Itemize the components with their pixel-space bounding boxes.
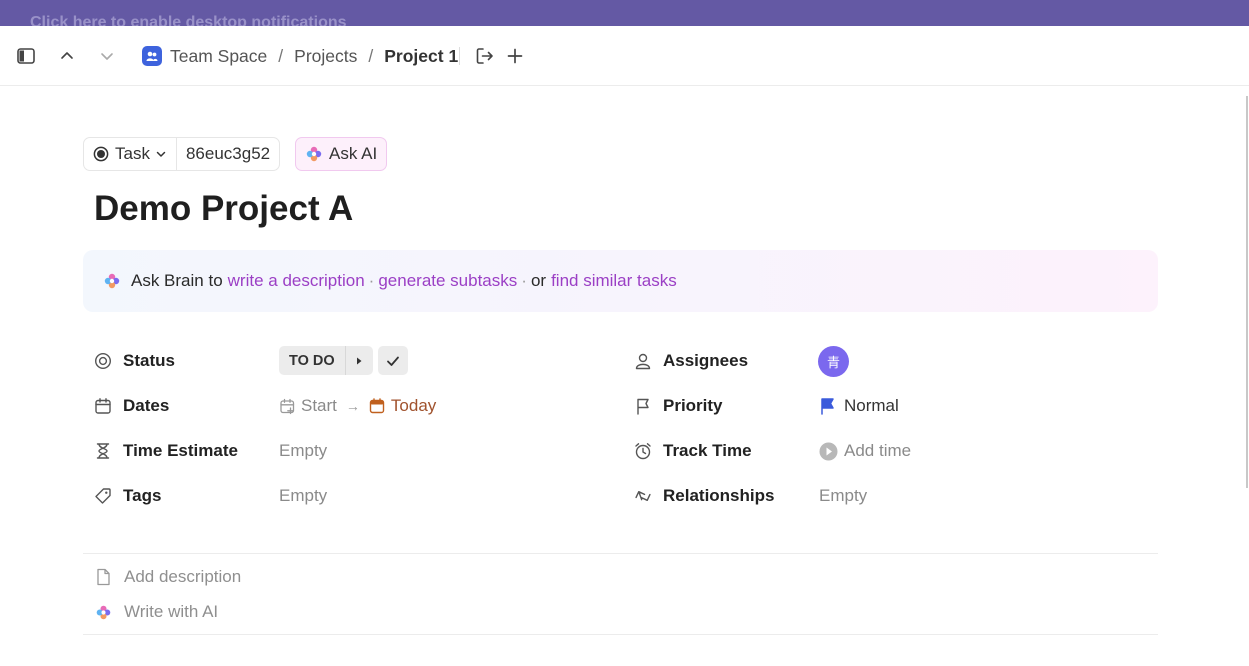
tags-label: Tags <box>123 486 162 505</box>
track-time-label: Track Time <box>663 441 752 460</box>
flag-outline-icon <box>633 396 653 416</box>
breadcrumb-separator: / <box>278 45 284 66</box>
ask-brain-box: Ask Brain to write a description · gener… <box>83 250 1158 312</box>
status-value: TO DO <box>279 346 408 375</box>
plus-icon[interactable] <box>503 44 527 68</box>
task-window: Team Space / Projects / Project 1 Task 8… <box>0 26 1249 666</box>
task-type-icon <box>93 146 109 162</box>
task-type-label: Task <box>115 144 150 163</box>
relationships-icon <box>633 486 653 506</box>
add-description-text: Add description <box>124 567 242 586</box>
generate-subtasks-link[interactable]: generate subtasks <box>378 271 517 291</box>
priority-label: Priority <box>663 396 723 415</box>
scrollbar[interactable] <box>1246 96 1248 488</box>
find-similar-tasks-link[interactable]: find similar tasks <box>551 271 677 291</box>
document-icon <box>93 567 113 587</box>
chevron-down-icon[interactable] <box>95 44 119 68</box>
toolbar: Team Space / Projects / Project 1 <box>0 26 1249 86</box>
sidebar-toggle-icon[interactable] <box>14 44 38 68</box>
ai-sparkle-icon <box>93 602 113 622</box>
due-date-text: Today <box>390 396 437 415</box>
status-pill[interactable]: TO DO <box>279 346 373 375</box>
team-space-icon <box>142 46 162 66</box>
dates-value: Start → Today <box>279 396 436 416</box>
calendar-add-icon <box>279 398 296 415</box>
breadcrumb: Team Space / Projects / Project 1 <box>142 44 458 68</box>
ask-ai-label: Ask AI <box>329 144 378 163</box>
relationships-label: Relationships <box>663 486 775 505</box>
tag-icon <box>93 486 113 506</box>
avatar[interactable]: 青 <box>818 346 849 377</box>
task-type-dropdown[interactable]: Task <box>84 138 176 170</box>
status-label: Status <box>123 351 175 370</box>
track-time-value[interactable]: Add time <box>819 441 911 461</box>
banner-text: Click here to enable desktop notificatio… <box>30 14 347 26</box>
task-title[interactable]: Demo Project A <box>94 189 353 229</box>
ask-brain-or: or <box>530 271 547 290</box>
chevron-down-icon <box>155 148 167 160</box>
notification-banner[interactable]: Click here to enable desktop notificatio… <box>0 0 1249 26</box>
complete-check-icon[interactable] <box>377 346 408 375</box>
ask-brain-prefix: Ask Brain to <box>131 271 223 290</box>
add-time-text: Add time <box>844 441 912 460</box>
alarm-clock-icon <box>633 441 653 461</box>
priority-text: Normal <box>844 396 899 415</box>
calendar-icon <box>93 396 113 416</box>
breadcrumb-separator: / <box>368 45 374 66</box>
time-estimate-label: Time Estimate <box>123 441 238 460</box>
due-date-button[interactable]: Today <box>369 396 436 416</box>
calendar-due-icon <box>369 398 385 414</box>
relationships-value[interactable]: Empty <box>819 486 867 506</box>
move-icon[interactable] <box>473 44 497 68</box>
tags-value[interactable]: Empty <box>279 486 327 506</box>
person-icon <box>633 351 653 371</box>
flag-icon <box>819 397 836 415</box>
write-description-link[interactable]: write a description <box>228 271 365 291</box>
status-icon <box>93 351 113 371</box>
ai-sparkle-icon <box>103 272 121 290</box>
add-description-button[interactable]: Add description <box>93 564 241 590</box>
write-with-ai-text: Write with AI <box>124 602 219 621</box>
breadcrumb-space[interactable]: Team Space <box>170 46 267 67</box>
assignees-label: Assignees <box>663 351 749 370</box>
ask-ai-button[interactable]: Ask AI <box>295 137 388 171</box>
breadcrumb-list[interactable]: Project 1 <box>384 46 458 67</box>
dates-label: Dates <box>123 396 170 415</box>
breadcrumb-folder[interactable]: Projects <box>294 46 357 67</box>
separator-dot: · <box>521 271 527 290</box>
hourglass-icon <box>93 441 113 461</box>
start-date-button[interactable]: Start <box>279 396 337 416</box>
divider <box>83 553 1158 554</box>
priority-value[interactable]: Normal <box>819 396 899 416</box>
toolbar-divider <box>459 47 460 65</box>
write-with-ai-button[interactable]: Write with AI <box>93 599 218 625</box>
divider <box>83 634 1158 635</box>
separator-dot: · <box>368 271 375 290</box>
status-next-icon[interactable] <box>344 346 373 375</box>
status-text: TO DO <box>289 352 335 369</box>
date-arrow: → <box>345 398 360 414</box>
chevron-up-icon[interactable] <box>55 44 79 68</box>
task-id[interactable]: 86euc3g52 <box>175 138 279 170</box>
assignees-value: 青 <box>818 346 849 377</box>
task-type-chip: Task 86euc3g52 <box>83 137 281 171</box>
time-estimate-value[interactable]: Empty <box>279 441 327 461</box>
start-date-text: Start <box>301 396 337 415</box>
ai-sparkle-icon <box>305 145 323 163</box>
play-icon <box>819 442 838 461</box>
